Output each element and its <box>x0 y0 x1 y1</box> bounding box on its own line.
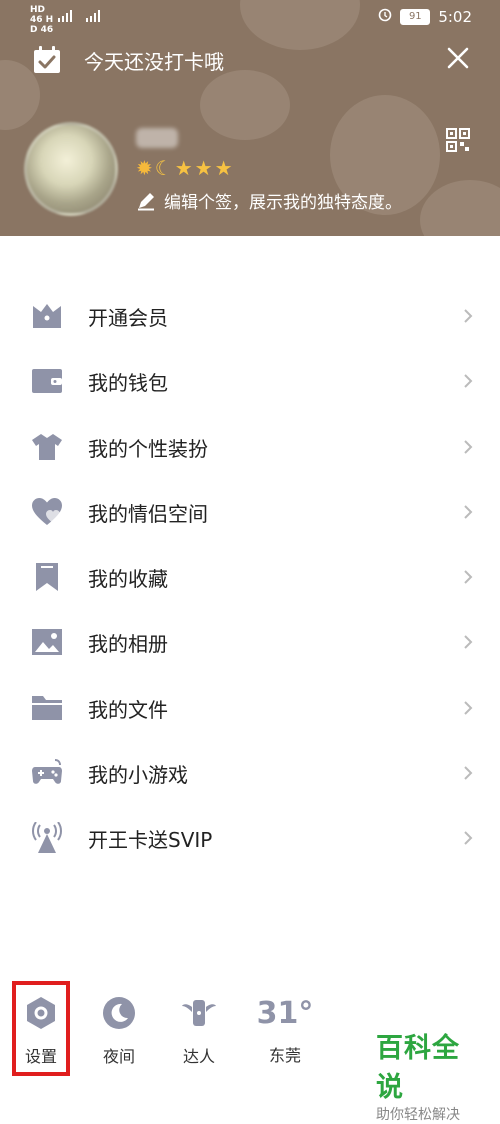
expert-label: 达人 <box>182 1047 215 1066</box>
calendar-check-icon <box>34 46 60 73</box>
expert-button[interactable]: 达人 <box>169 980 229 1067</box>
status-bar: HD 46 HD 46 91 5:02 <box>0 0 500 35</box>
clock: 5:02 <box>438 8 472 26</box>
chevron-right-icon <box>464 439 473 454</box>
menu-item-label: 我的钱包 <box>88 371 168 396</box>
menu-item-vip[interactable]: 开通会员 <box>0 284 500 349</box>
bookmark-icon <box>36 563 58 592</box>
menu-item-favorites[interactable]: 我的收藏 <box>0 545 500 610</box>
signal-icon <box>56 9 106 26</box>
chevron-right-icon <box>464 309 473 323</box>
chevron-right-icon <box>464 635 473 650</box>
weather-button[interactable]: 31° 东莞 <box>250 980 320 1066</box>
menu-item-king-card[interactable]: 开王卡送SVIP <box>0 806 500 871</box>
sun-icon: ✹ <box>136 156 153 180</box>
night-mode-button[interactable]: 夜间 <box>89 980 149 1067</box>
gamepad-icon <box>32 759 62 784</box>
vip-icon <box>33 304 61 328</box>
qr-code-icon[interactable] <box>446 128 470 152</box>
profile-header: HD 46 HD 46 91 5:02 今天还没打卡哦 ✹ ☾ ★ ★ ★ 编辑… <box>0 0 500 236</box>
chevron-right-icon <box>464 374 473 389</box>
menu-item-label: 我的小游戏 <box>88 763 188 788</box>
pencil-icon <box>138 192 154 210</box>
wallet-icon <box>32 369 62 394</box>
close-icon[interactable] <box>446 46 470 70</box>
shirt-icon <box>32 433 62 460</box>
chevron-right-icon <box>464 831 473 846</box>
menu-item-files[interactable]: 我的文件 <box>0 676 500 741</box>
background-pattern <box>200 70 290 140</box>
moon-icon: ☾ <box>154 156 173 180</box>
menu-item-label: 我的文件 <box>88 697 168 722</box>
chevron-right-icon <box>464 766 473 780</box>
network-indicator: HD 46 HD 46 <box>30 5 54 35</box>
star-icon: ★ <box>214 156 233 180</box>
weather-temperature: 31° <box>256 996 314 1031</box>
star-icon: ★ <box>174 156 193 180</box>
menu-item-couple-space[interactable]: 我的情侣空间 <box>0 480 500 545</box>
broadcast-icon <box>32 822 62 854</box>
level-badges[interactable]: ✹ ☾ ★ ★ ★ <box>136 156 233 180</box>
menu-list: 开通会员 我的钱包 我的个性装扮 我的情侣空间 我的收藏 我的相册 我的文件 我… <box>0 284 500 872</box>
menu-item-album[interactable]: 我的相册 <box>0 610 500 675</box>
signature-editor[interactable]: 编辑个签，展示我的独特态度。 <box>136 188 402 213</box>
night-label: 夜间 <box>102 1047 135 1066</box>
star-icon: ★ <box>194 156 213 180</box>
network-text: HD 46 HD 46 <box>30 5 54 35</box>
chevron-right-icon <box>464 701 473 715</box>
menu-item-label: 我的相册 <box>88 632 168 657</box>
menu-item-label: 我的收藏 <box>88 567 168 592</box>
background-pattern <box>420 180 500 236</box>
battery-indicator: 91 <box>400 9 431 25</box>
weather-city: 东莞 <box>268 1046 301 1065</box>
winged-phone-icon <box>182 1000 216 1026</box>
menu-item-decoration[interactable]: 我的个性装扮 <box>0 415 500 480</box>
menu-item-label: 开王卡送SVIP <box>88 828 213 853</box>
signature-text: 编辑个签，展示我的独特态度。 <box>164 193 402 213</box>
signal-bars-icon <box>58 10 100 22</box>
checkin-text: 今天还没打卡哦 <box>84 49 224 74</box>
watermark: 百科全说 助你轻松解决 <box>376 1026 486 1124</box>
nickname[interactable] <box>136 128 178 148</box>
moon-icon <box>103 997 135 1029</box>
avatar[interactable] <box>24 122 118 216</box>
menu-item-label: 我的情侣空间 <box>88 501 208 526</box>
hearts-icon <box>32 497 62 525</box>
menu-item-wallet[interactable]: 我的钱包 <box>0 349 500 414</box>
menu-item-mini-games[interactable]: 我的小游戏 <box>0 741 500 806</box>
status-right: 91 5:02 <box>378 8 472 26</box>
watermark-title: 百科全说 <box>376 1033 460 1103</box>
chevron-right-icon <box>464 570 473 584</box>
menu-item-label: 我的个性装扮 <box>88 436 208 461</box>
watermark-subtitle: 助你轻松解决 <box>376 1107 460 1123</box>
photo-icon <box>32 629 62 656</box>
menu-item-label: 开通会员 <box>88 306 168 330</box>
chevron-right-icon <box>464 505 473 519</box>
folder-icon <box>32 695 62 720</box>
alarm-icon <box>378 8 392 26</box>
checkin-banner[interactable]: 今天还没打卡哦 <box>32 45 224 75</box>
settings-highlight-box <box>12 981 70 1076</box>
